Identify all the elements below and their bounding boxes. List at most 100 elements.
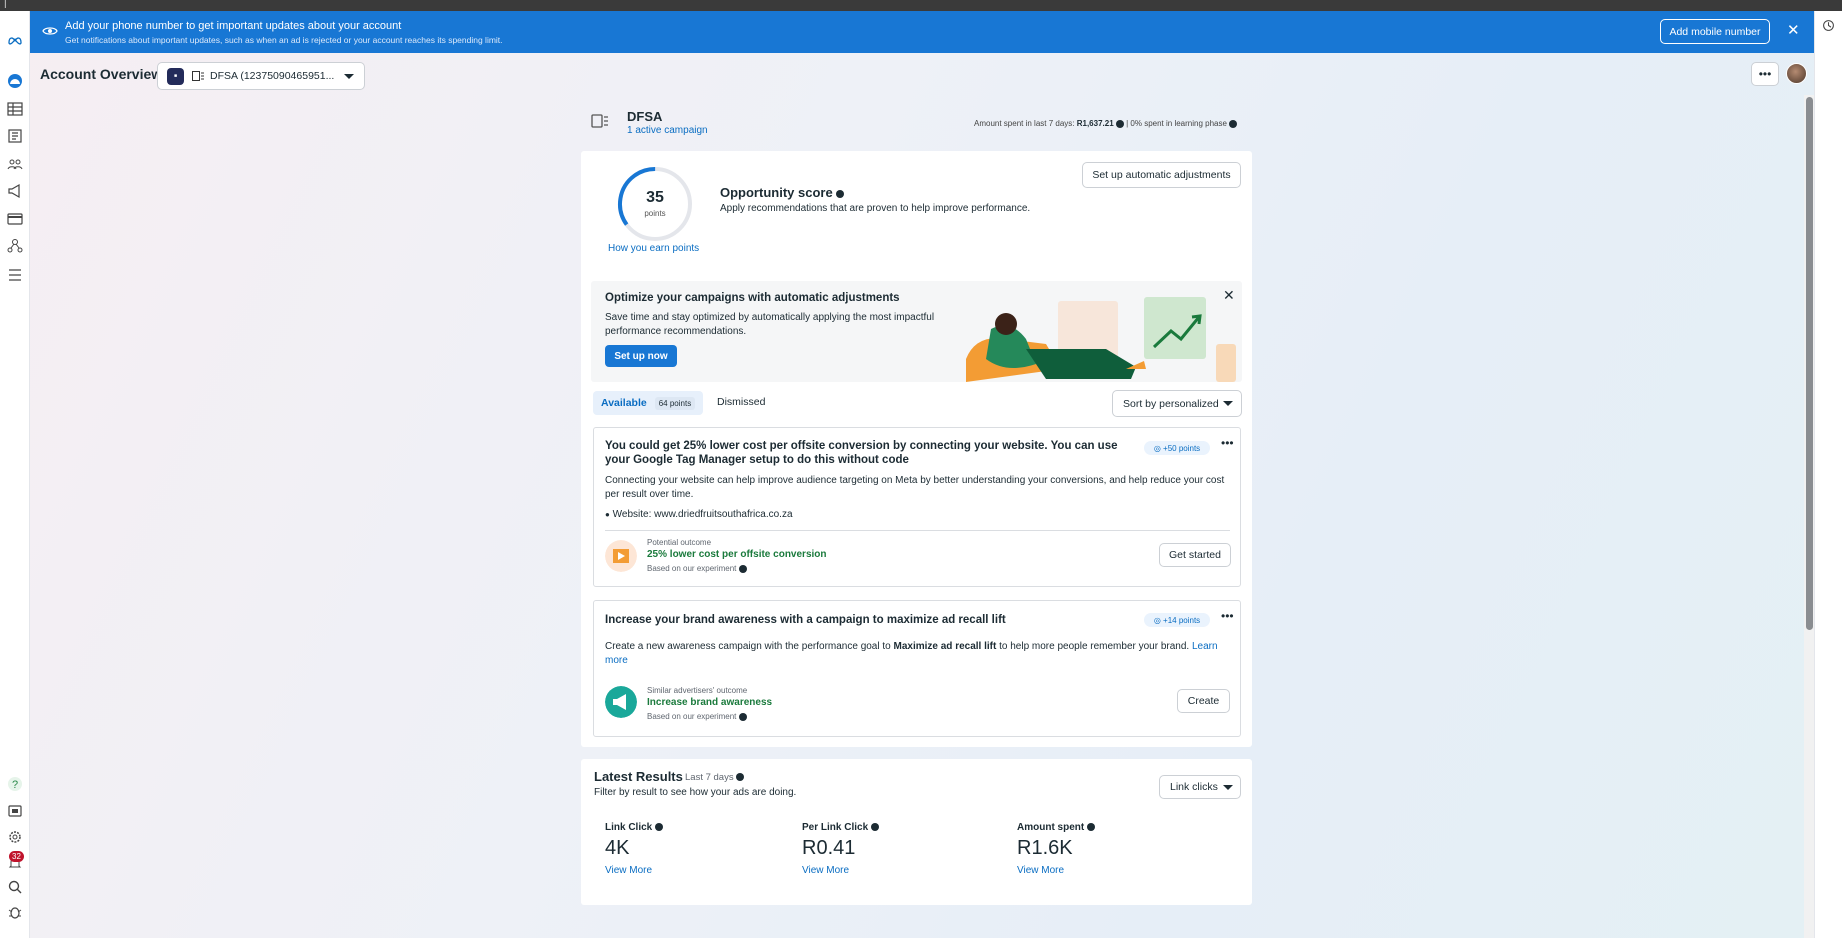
add-mobile-number-button[interactable]: Add mobile number bbox=[1660, 19, 1770, 44]
view-more-link[interactable]: View More bbox=[1017, 865, 1095, 876]
all-tools-menu-icon[interactable] bbox=[5, 265, 25, 285]
left-nav: ? 32 bbox=[0, 11, 30, 938]
eye-icon bbox=[42, 27, 58, 35]
view-more-link[interactable]: View More bbox=[802, 865, 879, 876]
latest-results-description: Filter by result to see how your ads are… bbox=[594, 787, 797, 798]
set-up-now-button[interactable]: Set up now bbox=[605, 345, 677, 367]
info-icon[interactable] bbox=[738, 712, 747, 721]
latest-results-title: Latest Results bbox=[594, 769, 683, 784]
metric-value: R0.41 bbox=[802, 837, 856, 859]
outcome-label: Similar advertisers' outcome bbox=[647, 686, 748, 695]
spent-value: R1,637.21 bbox=[1076, 119, 1114, 128]
business-suite-icon[interactable] bbox=[5, 801, 25, 821]
info-icon[interactable] bbox=[738, 564, 747, 573]
phone-number-banner: Add your phone number to get important u… bbox=[30, 11, 1814, 53]
right-side-panel bbox=[1814, 11, 1842, 938]
account-overview-icon[interactable] bbox=[5, 71, 25, 91]
recommendation-website: ● Website: www.driedfruitsouthafrica.co.… bbox=[605, 509, 793, 520]
info-icon[interactable] bbox=[1115, 119, 1124, 128]
recommendation-card: You could get 25% lower cost per offsite… bbox=[593, 427, 1241, 587]
info-icon[interactable] bbox=[870, 823, 879, 832]
banner-subtitle: Get notifications about important update… bbox=[65, 35, 503, 45]
active-campaign-link[interactable]: 1 active campaign bbox=[627, 125, 708, 136]
window-title: | bbox=[4, 0, 7, 9]
account-selector-label: DFSA (12375090465951... bbox=[210, 70, 335, 82]
metric-per-link-click: Per Link Click R0.41 View More bbox=[802, 822, 879, 876]
latest-results-period: Last 7 days bbox=[685, 772, 745, 783]
chevron-down-icon bbox=[344, 73, 354, 79]
info-icon[interactable] bbox=[1229, 119, 1238, 128]
tab-available[interactable]: Available 64 points bbox=[593, 391, 703, 415]
learning-phase-label: | 0% spent in learning phase bbox=[1126, 119, 1227, 128]
recommendation-more-icon[interactable]: ••• bbox=[1221, 436, 1234, 450]
banner-title: Add your phone number to get important u… bbox=[65, 20, 402, 32]
outcome-basis: Based on our experiment bbox=[647, 564, 747, 573]
chevron-down-icon bbox=[1223, 401, 1233, 406]
promo-close-icon[interactable]: ✕ bbox=[1223, 287, 1235, 304]
campaign-name: DFSA bbox=[627, 109, 663, 124]
how-you-earn-points-link[interactable]: How you earn points bbox=[608, 243, 699, 254]
info-icon[interactable] bbox=[836, 189, 845, 198]
account-logo: ■ bbox=[167, 67, 184, 85]
score-value: 35 bbox=[646, 189, 664, 206]
opportunity-card: 35 points How you earn points Opportunit… bbox=[581, 151, 1252, 747]
info-icon[interactable] bbox=[655, 823, 664, 832]
search-icon[interactable] bbox=[5, 877, 25, 897]
tab-available-label: Available bbox=[601, 397, 647, 409]
globe-icon: ● bbox=[605, 510, 610, 519]
amount-spent-summary: Amount spent in last 7 days: R1,637.21 |… bbox=[974, 119, 1238, 128]
outcome-value: Increase brand awareness bbox=[647, 697, 773, 708]
recommendation-title: You could get 25% lower cost per offsite… bbox=[605, 440, 1118, 466]
view-more-link[interactable]: View More bbox=[605, 865, 663, 876]
more-options-button[interactable]: ••• bbox=[1751, 62, 1779, 86]
settings-gear-icon[interactable] bbox=[5, 827, 25, 847]
outcome-value: 25% lower cost per offsite conversion bbox=[647, 549, 827, 560]
info-icon[interactable] bbox=[1087, 823, 1095, 832]
recommendation-title: Increase your brand awareness with a cam… bbox=[605, 614, 1006, 626]
history-clock-icon[interactable] bbox=[1822, 19, 1835, 32]
set-up-automatic-adjustments-button[interactable]: Set up automatic adjustments bbox=[1082, 162, 1241, 188]
promo-title: Optimize your campaigns with automatic a… bbox=[605, 292, 900, 304]
relaxing-person-illustration bbox=[966, 297, 1236, 382]
scrollbar-thumb[interactable] bbox=[1806, 97, 1813, 630]
svg-text:?: ? bbox=[12, 779, 18, 791]
opportunity-description: Apply recommendations that are proven to… bbox=[720, 203, 1031, 214]
sort-dropdown[interactable]: Sort by personalized bbox=[1112, 390, 1242, 417]
create-button[interactable]: Create bbox=[1177, 689, 1230, 713]
metric-value: 4K bbox=[605, 837, 630, 859]
metric-value: R1.6K bbox=[1017, 837, 1073, 859]
help-icon[interactable]: ? bbox=[5, 774, 25, 794]
promo-description: Save time and stay optimized by automati… bbox=[605, 312, 935, 337]
report-bug-icon[interactable] bbox=[5, 902, 25, 922]
outcome-basis: Based on our experiment bbox=[647, 712, 747, 721]
points-badge: ◎ +50 points bbox=[1144, 441, 1210, 455]
score-unit: points bbox=[644, 209, 666, 218]
page-title: Account Overview bbox=[40, 66, 163, 82]
opportunity-title: Opportunity score bbox=[720, 185, 845, 200]
reports-icon[interactable] bbox=[5, 126, 25, 146]
ad-account-icon bbox=[591, 114, 608, 128]
chevron-down-icon bbox=[1223, 784, 1233, 790]
outcome-label: Potential outcome bbox=[647, 538, 712, 547]
sort-label: Sort by personalized bbox=[1123, 397, 1219, 410]
get-started-button[interactable]: Get started bbox=[1159, 543, 1231, 567]
notification-count-badge: 32 bbox=[9, 851, 24, 862]
banner-close-icon[interactable]: ✕ bbox=[1787, 23, 1800, 38]
recommendation-description: Create a new awareness campaign with the… bbox=[605, 641, 1218, 666]
audiences-icon[interactable] bbox=[5, 154, 25, 174]
billing-card-icon[interactable] bbox=[5, 209, 25, 229]
campaigns-table-icon[interactable] bbox=[5, 99, 25, 119]
avatar[interactable] bbox=[1786, 63, 1807, 84]
tab-dismissed[interactable]: Dismissed bbox=[717, 396, 765, 408]
recommendation-card: Increase your brand awareness with a cam… bbox=[593, 600, 1241, 737]
account-selector[interactable]: ■ DFSA (12375090465951... bbox=[157, 62, 365, 90]
result-filter-dropdown[interactable]: Link clicks bbox=[1159, 775, 1241, 799]
divider bbox=[605, 530, 1230, 531]
ads-megaphone-icon[interactable] bbox=[5, 181, 25, 201]
recommendation-more-icon[interactable]: ••• bbox=[1221, 609, 1234, 623]
events-manager-icon[interactable] bbox=[5, 236, 25, 256]
info-icon[interactable] bbox=[736, 773, 745, 782]
conversion-outcome-icon bbox=[605, 540, 637, 572]
recommendation-description: Connecting your website can help improve… bbox=[605, 475, 1225, 500]
meta-logo-icon[interactable] bbox=[5, 30, 25, 50]
